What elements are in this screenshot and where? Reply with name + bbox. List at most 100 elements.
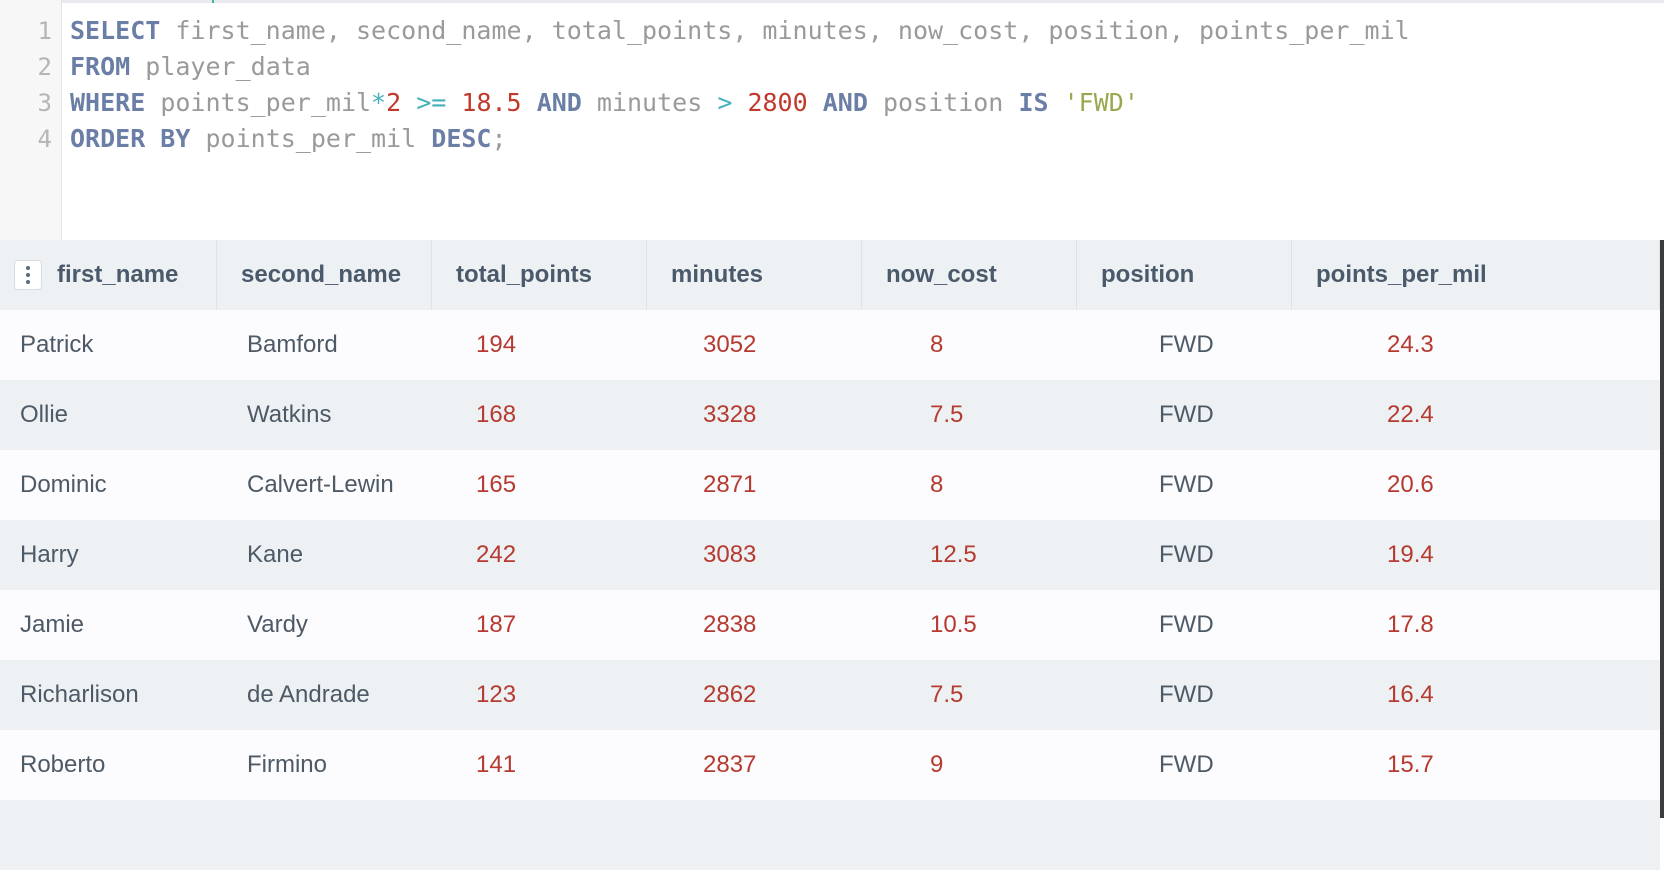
table-row-filler [0, 800, 1660, 870]
cell-points-per-mil: 17.8 [1387, 611, 1434, 638]
sql-token: first_name [175, 16, 326, 45]
cell-minutes: 3328 [703, 401, 757, 428]
column-header-second-name[interactable]: second_name [217, 240, 432, 310]
cell-position: FWD [1159, 541, 1214, 568]
vertical-ellipsis-icon[interactable] [14, 260, 42, 290]
cell-minutes: 2838 [703, 611, 757, 638]
cell-total-points: 123 [476, 681, 517, 708]
sql-token: player_data [145, 52, 311, 81]
sql-token: AND [822, 88, 868, 117]
cell-position: FWD [1159, 611, 1214, 638]
cell-position: FWD [1159, 681, 1214, 708]
sql-token: , [867, 16, 898, 45]
cell-first-name: Richarlison [20, 681, 139, 708]
cell-first-name: Dominic [20, 471, 107, 498]
sql-token: WHERE [70, 88, 146, 117]
cell-now-cost: 9 [930, 751, 944, 778]
sql-token: now_cost [897, 16, 1019, 45]
cell-minutes: 3083 [703, 541, 757, 568]
cell-now-cost: 8 [930, 331, 944, 358]
sql-token: ORDER BY [70, 124, 191, 153]
table-row[interactable]: Dominic Calvert-Lewin 165 2871 8 FWD 20.6 [0, 450, 1660, 520]
sql-token: points_per_mil [1198, 16, 1410, 45]
cell-points-per-mil: 20.6 [1387, 471, 1434, 498]
sql-token: >= [416, 88, 447, 117]
sql-token: 18.5 [461, 88, 522, 117]
sql-token: position [882, 88, 1004, 117]
cell-second-name: Bamford [247, 331, 338, 358]
cell-points-per-mil: 16.4 [1387, 681, 1434, 708]
cell-position: FWD [1159, 471, 1214, 498]
cell-points-per-mil: 19.4 [1387, 541, 1434, 568]
table-row[interactable]: Ollie Watkins 168 3328 7.5 FWD 22.4 [0, 380, 1660, 450]
column-header-points-per-mil[interactable]: points_per_mil [1292, 240, 1660, 310]
table-row[interactable]: Jamie Vardy 187 2838 10.5 FWD 17.8 [0, 590, 1660, 660]
sql-token: minutes [762, 16, 868, 45]
cell-total-points: 187 [476, 611, 517, 638]
sql-token: DESC [431, 124, 492, 153]
cell-second-name: Watkins [247, 401, 332, 428]
cell-total-points: 141 [476, 751, 517, 778]
cell-second-name: Vardy [247, 611, 308, 638]
cell-now-cost: 10.5 [930, 611, 977, 638]
cell-first-name: Patrick [20, 331, 94, 358]
cell-points-per-mil: 15.7 [1387, 751, 1434, 778]
column-header-minutes[interactable]: minutes [647, 240, 862, 310]
cell-second-name: de Andrade [247, 681, 370, 708]
column-header-position[interactable]: position [1077, 240, 1292, 310]
sql-code-area[interactable]: 1 SELECT first_name, second_name, total_p… [0, 0, 1664, 240]
cell-now-cost: 8 [930, 471, 944, 498]
sql-token: , [1018, 16, 1049, 45]
vertical-scrollbar[interactable] [1660, 240, 1664, 818]
column-header-total-points[interactable]: total_points [432, 240, 647, 310]
code-text: ORDER BY points_per_mil DESC; [70, 120, 507, 158]
cell-second-name: Calvert-Lewin [247, 471, 394, 498]
cell-first-name: Harry [20, 541, 79, 568]
sql-token: FROM [70, 52, 131, 81]
sql-token: 2800 [747, 88, 808, 117]
line-number: 1 [37, 17, 52, 45]
cell-total-points: 165 [476, 471, 517, 498]
table-row[interactable]: Roberto Firmino 141 2837 9 FWD 15.7 [0, 730, 1660, 800]
cell-total-points: 242 [476, 541, 517, 568]
cell-now-cost: 12.5 [930, 541, 977, 568]
line-number: 3 [37, 89, 52, 117]
table-row[interactable]: Patrick Bamford 194 3052 8 FWD 24.3 [0, 310, 1660, 380]
table-row[interactable]: Harry Kane 242 3083 12.5 FWD 19.4 [0, 520, 1660, 590]
sql-token: total_points [551, 16, 733, 45]
cell-minutes: 2837 [703, 751, 757, 778]
table-row[interactable]: Richarlison de Andrade 123 2862 7.5 FWD 16.4 [0, 660, 1660, 730]
line-number: 4 [37, 125, 52, 153]
sql-token: , [1168, 16, 1199, 45]
sql-token: points_per_mil [160, 88, 372, 117]
sql-token: , [732, 16, 763, 45]
sql-token: > [717, 88, 733, 117]
sql-token: , [325, 16, 356, 45]
results-header-row: first_name second_name total_points minutes… [0, 240, 1660, 311]
code-text: WHERE points_per_mil*2 >= 18.5 AND minut… [70, 84, 1139, 122]
column-header-now-cost[interactable]: now_cost [862, 240, 1077, 310]
sql-token: second_name [356, 16, 522, 45]
sql-token: SELECT [70, 16, 161, 45]
cell-position: FWD [1159, 751, 1214, 778]
cell-points-per-mil: 24.3 [1387, 331, 1434, 358]
cell-now-cost: 7.5 [930, 401, 964, 428]
cell-position: FWD [1159, 331, 1214, 358]
line-number: 2 [37, 53, 52, 81]
sql-token: position [1048, 16, 1169, 45]
code-text: SELECT first_name, second_name, total_po… [70, 12, 1410, 50]
results-grid: first_name second_name total_points minutes… [0, 240, 1660, 870]
sql-editor[interactable]: 1 SELECT first_name, second_name, total_p… [0, 0, 1664, 241]
